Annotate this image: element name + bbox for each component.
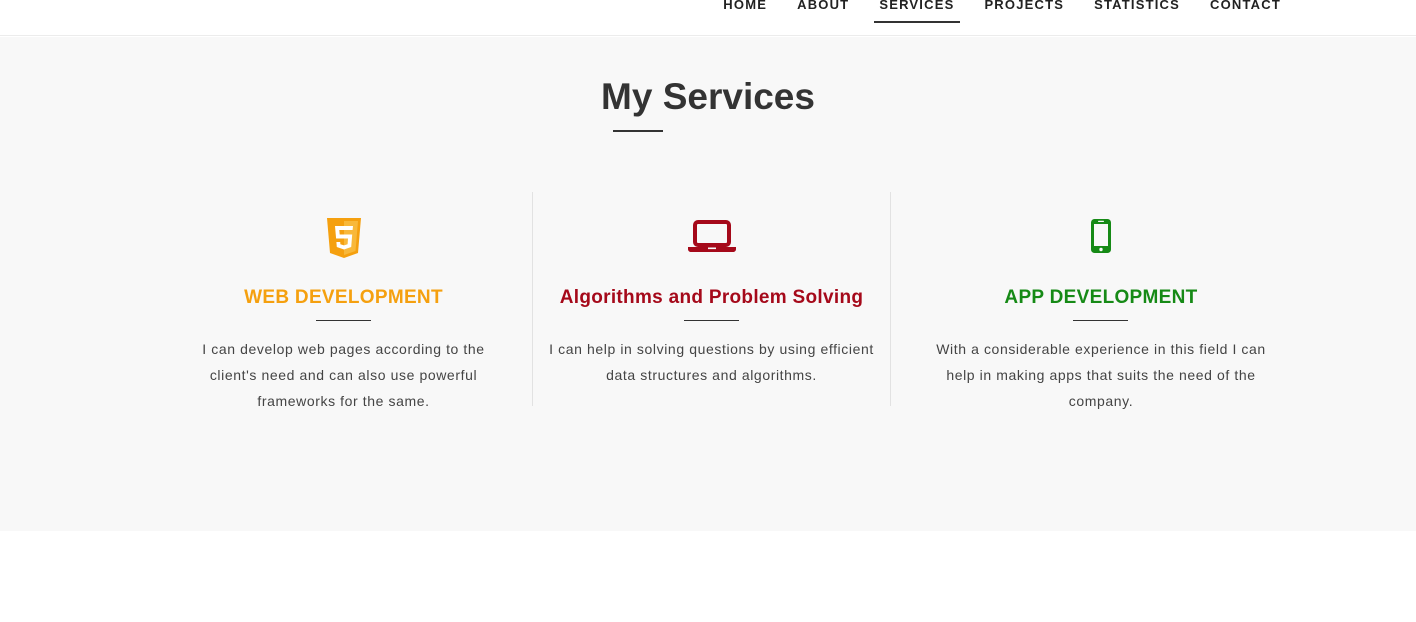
mobile-phone-icon (1090, 218, 1112, 254)
service-title-underline (1073, 320, 1128, 321)
service-description: I can develop web pages according to the… (202, 341, 485, 409)
nav-link-about[interactable]: ABOUT (797, 0, 849, 11)
main-nav: HOME ABOUT SERVICES PROJECTS STATISTICS … (693, 0, 1281, 24)
service-card-app-development: APP DEVELOPMENT With a considerable expe… (891, 192, 1311, 409)
service-description: With a considerable experience in this f… (936, 341, 1266, 409)
nav-link-home[interactable]: HOME (723, 0, 767, 11)
section-title: My Services (601, 76, 815, 117)
service-title: WEB DEVELOPMENT (244, 287, 443, 308)
nav-link-statistics[interactable]: STATISTICS (1094, 0, 1180, 11)
nav-link-services[interactable]: SERVICES (874, 0, 961, 23)
nav-link-projects[interactable]: PROJECTS (984, 0, 1064, 11)
service-title-underline (315, 320, 371, 321)
top-navbar: HOME ABOUT SERVICES PROJECTS STATISTICS … (0, 0, 1416, 36)
service-title: APP DEVELOPMENT (1004, 287, 1198, 308)
service-description: I can help in solving questions by using… (549, 341, 874, 383)
service-title: Algorithms and Problem Solving (559, 287, 864, 308)
service-card-web-development: WEB DEVELOPMENT I can develop web pages … (155, 192, 532, 409)
service-card-algorithms: Algorithms and Problem Solving I can hel… (532, 192, 891, 406)
laptop-icon (687, 218, 737, 254)
services-section: My Services WEB DEVELOPMENT I can develo… (0, 37, 1416, 531)
html5-icon (326, 218, 361, 258)
title-underline (613, 130, 663, 132)
service-title-underline (683, 320, 739, 321)
nav-link-contact[interactable]: CONTACT (1210, 0, 1281, 11)
